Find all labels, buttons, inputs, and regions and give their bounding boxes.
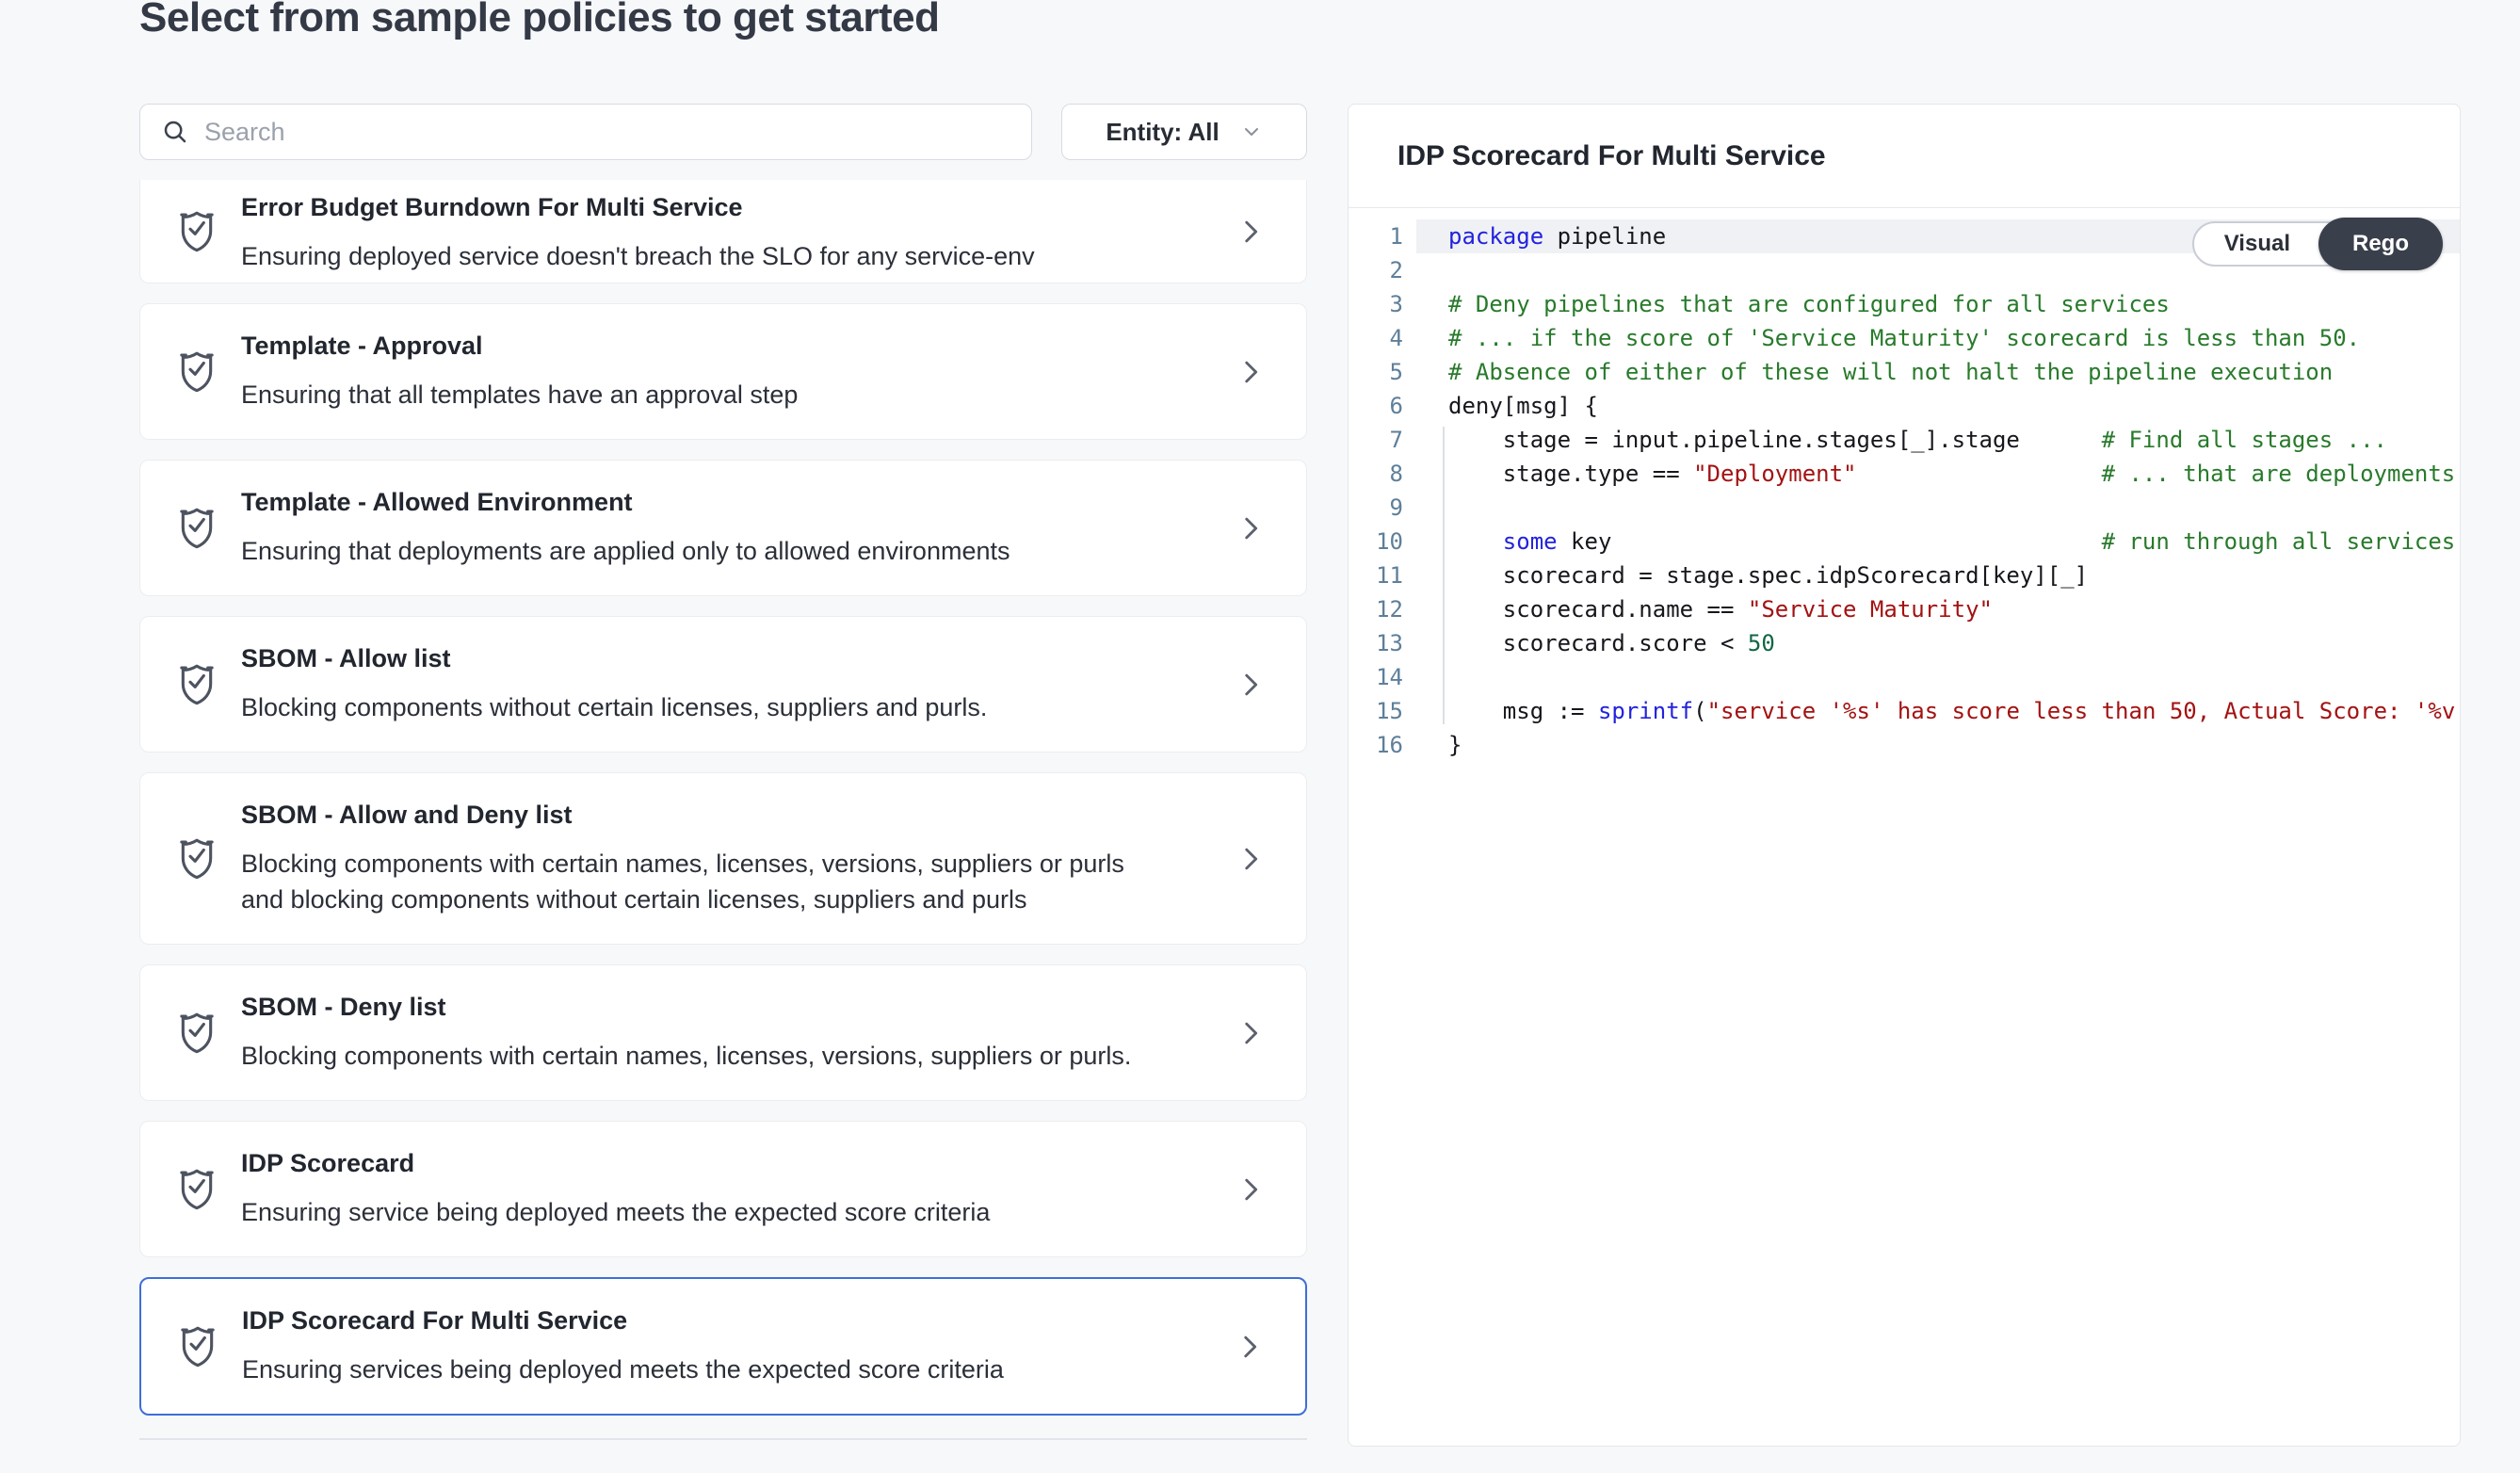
code-line: 15 msg := sprintf("service '%s' has scor… [1349,694,2460,728]
policy-description: Ensuring that deployments are applied on… [241,533,1145,569]
chevron-right-icon[interactable] [1235,512,1267,544]
policy-title: Template - Approval [241,331,1250,362]
policy-card-text: Template - Approval Ensuring that all te… [241,331,1250,413]
line-number: 16 [1349,728,1416,762]
shield-check-icon [177,1324,220,1369]
rego-code-editor[interactable]: Visual Rego 1package pipeline23# Deny pi… [1349,208,2460,762]
policy-card-text: SBOM - Allow and Deny list Blocking comp… [241,800,1250,917]
line-number: 6 [1349,389,1416,423]
code-line: 7 stage = input.pipeline.stages[_].stage… [1349,423,2460,457]
line-number: 3 [1349,287,1416,321]
sample-policies-page: Select from sample policies to get start… [0,0,2520,1473]
line-number: 11 [1349,558,1416,592]
policy-card[interactable]: IDP Scorecard Ensuring service being dep… [139,1121,1307,1257]
policy-card[interactable]: Template - Allowed Environment Ensuring … [139,460,1307,596]
code-lines: 1package pipeline23# Deny pipelines that… [1349,219,2460,762]
entity-filter-dropdown[interactable]: Entity: All [1061,104,1307,160]
line-number: 12 [1349,592,1416,626]
policy-title: IDP Scorecard For Multi Service [242,1305,1249,1336]
policy-card[interactable]: SBOM - Allow and Deny list Blocking comp… [139,772,1307,945]
list-toolbar: Entity: All [139,104,1307,160]
line-number: 8 [1349,457,1416,491]
toggle-rego[interactable]: Rego [2318,218,2443,270]
policy-description: Ensuring that all templates have an appr… [241,377,1145,413]
policy-card-text: SBOM - Deny list Blocking components wit… [241,992,1250,1074]
line-number: 1 [1349,219,1416,253]
preview-title: IDP Scorecard For Multi Service [1397,140,1826,172]
code-line: 10 some key # run through all services [1349,525,2460,558]
policy-title: SBOM - Deny list [241,992,1250,1023]
policy-list: Error Budget Burndown For Multi Service … [139,180,1307,1440]
line-number: 5 [1349,355,1416,389]
line-number: 2 [1349,253,1416,287]
entity-filter-label: Entity: All [1106,118,1219,147]
policy-preview-panel: IDP Scorecard For Multi Service Visual R… [1348,104,2461,1447]
policy-description: Ensuring service being deployed meets th… [241,1194,1145,1230]
code-line: 8 stage.type == "Deployment" # ... that … [1349,457,2460,491]
chevron-right-icon[interactable] [1235,1017,1267,1049]
shield-check-icon [176,662,219,707]
chevron-right-icon[interactable] [1235,843,1267,875]
chevron-right-icon[interactable] [1235,216,1267,248]
code-line: 4# ... if the score of 'Service Maturity… [1349,321,2460,355]
policy-description: Ensuring deployed service doesn't breach… [241,238,1145,274]
line-number: 13 [1349,626,1416,660]
line-number: 10 [1349,525,1416,558]
shield-check-icon [176,1167,219,1212]
code-line: 3# Deny pipelines that are configured fo… [1349,287,2460,321]
policy-card[interactable]: IDP Scorecard For Multi Service Ensuring… [139,1277,1307,1416]
line-number: 7 [1349,423,1416,457]
policy-card-text: IDP Scorecard Ensuring service being dep… [241,1148,1250,1230]
policy-title: Error Budget Burndown For Multi Service [241,192,1250,223]
shield-check-icon [176,349,219,395]
policy-card-text: Template - Allowed Environment Ensuring … [241,487,1250,569]
code-line: 16} [1349,728,2460,762]
shield-check-icon [176,506,219,551]
policy-title: SBOM - Allow and Deny list [241,800,1250,831]
toggle-visual[interactable]: Visual [2194,223,2320,265]
policy-description: Blocking components with certain names, … [241,1038,1145,1074]
code-line: 9 [1349,491,2460,525]
search-icon [161,118,189,146]
indent-guide [1443,427,1445,724]
policy-card[interactable]: Template - Approval Ensuring that all te… [139,303,1307,440]
policy-description: Blocking components with certain names, … [241,846,1145,917]
shield-check-icon [176,1011,219,1056]
policy-card-text: IDP Scorecard For Multi Service Ensuring… [242,1305,1249,1387]
search-box[interactable] [139,104,1032,160]
visual-rego-toggle: Visual Rego [2192,221,2443,267]
policy-list-column: Entity: All Error Budget Burndown For Mu… [139,104,1307,1440]
code-line: 5# Absence of either of these will not h… [1349,355,2460,389]
code-line: 14 [1349,660,2460,694]
line-number: 15 [1349,694,1416,728]
policy-card-text: SBOM - Allow list Blocking components wi… [241,643,1250,725]
code-line: 6deny[msg] { [1349,389,2460,423]
page-title: Select from sample policies to get start… [139,0,2520,40]
shield-check-icon [176,209,219,254]
content-layout: Entity: All Error Budget Burndown For Mu… [139,104,2520,1447]
policy-title: IDP Scorecard [241,1148,1250,1179]
chevron-down-icon [1240,121,1263,143]
shield-check-icon [176,836,219,882]
policy-card[interactable]: SBOM - Allow list Blocking components wi… [139,616,1307,753]
line-number: 14 [1349,660,1416,694]
preview-header: IDP Scorecard For Multi Service [1349,105,2460,208]
code-line: 11 scorecard = stage.spec.idpScorecard[k… [1349,558,2460,592]
chevron-right-icon[interactable] [1235,356,1267,388]
code-line: 13 scorecard.score < 50 [1349,626,2460,660]
line-number: 9 [1349,491,1416,525]
policy-title: Template - Allowed Environment [241,487,1250,518]
chevron-right-icon[interactable] [1235,669,1267,701]
policy-title: SBOM - Allow list [241,643,1250,674]
policy-card-text: Error Budget Burndown For Multi Service … [241,192,1250,274]
policy-card[interactable]: SBOM - Deny list Blocking components wit… [139,964,1307,1101]
policy-description: Blocking components without certain lice… [241,689,1145,725]
code-line: 12 scorecard.name == "Service Maturity" [1349,592,2460,626]
search-input[interactable] [204,118,1010,147]
line-number: 4 [1349,321,1416,355]
policy-card[interactable]: Error Budget Burndown For Multi Service … [139,180,1307,283]
chevron-right-icon[interactable] [1235,1174,1267,1206]
chevron-right-icon[interactable] [1234,1331,1266,1363]
policy-description: Ensuring services being deployed meets t… [242,1352,1146,1387]
